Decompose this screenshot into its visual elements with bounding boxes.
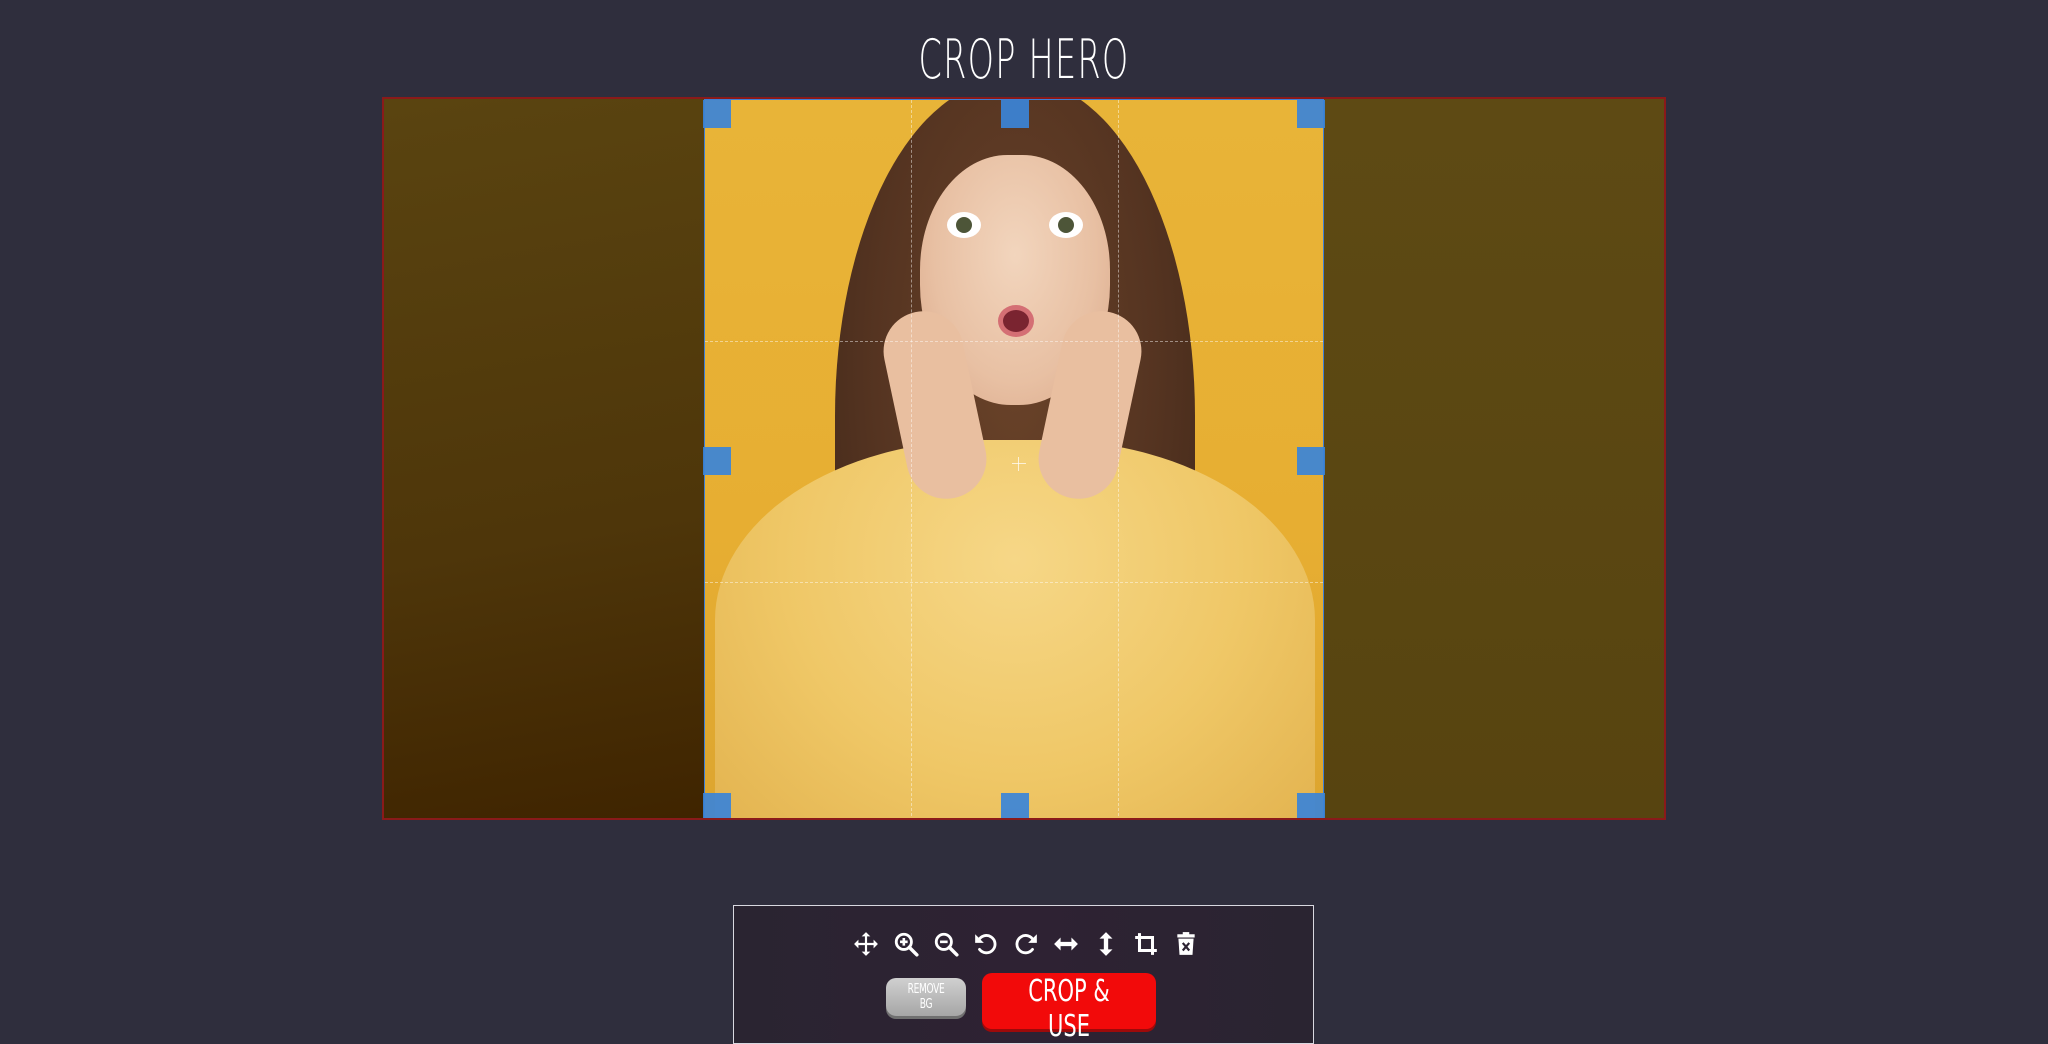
crop-guide-line — [1118, 100, 1119, 818]
crop-tool-button[interactable] — [1126, 926, 1166, 962]
app-title: CROP HERO — [918, 28, 1130, 91]
crop-overlay-left — [384, 99, 705, 818]
resize-handle-bottom-left[interactable] — [703, 793, 731, 818]
zoom-out-button[interactable] — [926, 926, 966, 962]
rotate-right-icon — [1015, 934, 1037, 955]
crop-and-use-button[interactable]: CROP & USE — [982, 973, 1156, 1044]
crop-and-use-label: CROP & USE — [1028, 974, 1110, 1044]
zoom-in-button[interactable] — [886, 926, 926, 962]
resize-handle-right[interactable] — [1297, 447, 1325, 475]
crop-icon — [1135, 933, 1157, 955]
crop-guide-line — [705, 582, 1323, 583]
remove-bg-button[interactable]: REMOVE BG — [886, 978, 966, 1016]
rotate-left-button[interactable] — [966, 926, 1006, 962]
resize-handle-left[interactable] — [703, 447, 731, 475]
crop-box[interactable] — [703, 99, 1325, 818]
move-tool-button[interactable] — [846, 926, 886, 962]
delete-button[interactable] — [1166, 926, 1206, 962]
zoom-in-icon — [894, 932, 919, 957]
flip-horizontal-icon — [1054, 937, 1078, 951]
move-icon — [854, 932, 878, 956]
editor-toolbar: REMOVE BG CROP & USE — [733, 905, 1314, 1044]
flip-vertical-icon — [1099, 932, 1113, 956]
cropped-photo-preview — [705, 100, 1323, 818]
rotate-right-button[interactable] — [1006, 926, 1046, 962]
delete-icon — [1177, 932, 1195, 955]
image-canvas[interactable] — [382, 97, 1666, 820]
resize-handle-top[interactable] — [1001, 100, 1029, 128]
resize-handle-top-left[interactable] — [703, 100, 731, 128]
resize-handle-top-right[interactable] — [1297, 100, 1325, 128]
resize-handle-bottom-right[interactable] — [1297, 793, 1325, 818]
flip-vertical-button[interactable] — [1086, 926, 1126, 962]
crop-guide-line — [911, 100, 912, 818]
flip-horizontal-button[interactable] — [1046, 926, 1086, 962]
zoom-out-icon — [934, 932, 959, 957]
tool-icons — [846, 926, 1206, 962]
crop-guide-line — [705, 341, 1323, 342]
rotate-left-icon — [975, 934, 997, 955]
crop-center-mark — [1012, 457, 1026, 471]
remove-bg-label: REMOVE BG — [907, 982, 945, 1012]
resize-handle-bottom[interactable] — [1001, 793, 1029, 818]
crop-overlay-right — [1323, 99, 1664, 818]
